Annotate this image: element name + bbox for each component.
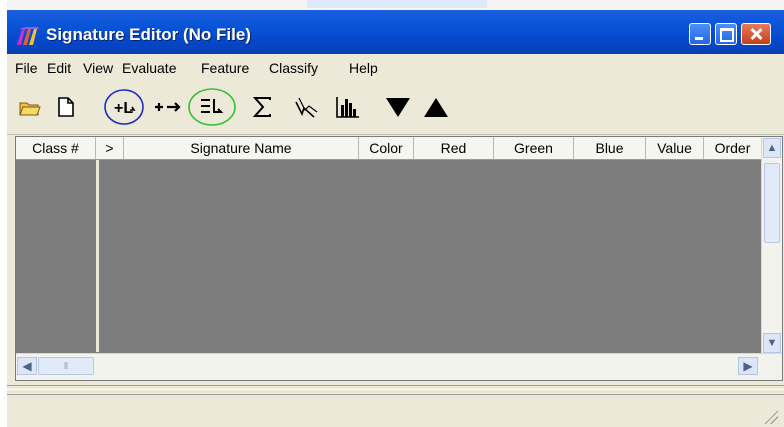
scroll-right-arrow-icon[interactable]: ▶ xyxy=(738,357,758,375)
signature-grid[interactable]: Class # > Signature Name Color Red Green… xyxy=(15,136,783,381)
title-bar[interactable]: Signature Editor (No File) xyxy=(7,0,784,54)
histogram-icon[interactable] xyxy=(331,90,365,124)
menu-bar: File Edit View Evaluate Feature Classify… xyxy=(7,54,784,82)
maximize-button[interactable] xyxy=(715,23,737,45)
menu-help[interactable]: Help xyxy=(349,60,378,76)
col-blue[interactable]: Blue xyxy=(574,137,646,159)
menu-feature[interactable]: Feature xyxy=(201,60,249,76)
col-color[interactable]: Color xyxy=(359,137,414,159)
new-file-icon[interactable] xyxy=(49,90,83,124)
window-title: Signature Editor (No File) xyxy=(46,25,251,44)
move-up-icon[interactable] xyxy=(419,90,453,124)
svg-text:+L: +L xyxy=(114,100,133,117)
panel-divider xyxy=(7,385,784,390)
sigma-statistics-icon[interactable] xyxy=(246,90,280,124)
app-logo-icon xyxy=(17,27,39,45)
minimize-button[interactable] xyxy=(689,23,711,45)
col-green[interactable]: Green xyxy=(494,137,574,159)
replace-signature-icon[interactable] xyxy=(151,90,185,124)
scroll-up-arrow-icon[interactable]: ▲ xyxy=(763,138,781,158)
merge-signatures-icon[interactable] xyxy=(187,87,237,127)
top-strip-highlight xyxy=(307,0,487,8)
scroll-down-arrow-icon[interactable]: ▼ xyxy=(763,333,781,353)
signature-editor-window: Signature Editor (No File) File Edit Vie… xyxy=(7,0,784,427)
vertical-scrollbar[interactable]: ▲ ▼ xyxy=(761,137,782,354)
col-order[interactable]: Order xyxy=(704,137,762,159)
col-signature-name[interactable]: Signature Name xyxy=(124,137,359,159)
menu-edit[interactable]: Edit xyxy=(47,60,71,76)
col-row-marker[interactable]: > xyxy=(96,137,124,159)
col-class-number[interactable]: Class # xyxy=(16,137,96,159)
toolbar: +L xyxy=(7,82,784,135)
menu-classify[interactable]: Classify xyxy=(269,60,318,76)
horizontal-scroll-thumb[interactable]: ⦀ xyxy=(38,357,94,375)
menu-file[interactable]: File xyxy=(15,60,38,76)
menu-evaluate[interactable]: Evaluate xyxy=(122,60,176,76)
vertical-scroll-thumb[interactable] xyxy=(764,163,780,243)
move-down-icon[interactable] xyxy=(381,90,415,124)
mean-plot-icon[interactable] xyxy=(290,90,324,124)
open-folder-icon[interactable] xyxy=(13,90,47,124)
menu-view[interactable]: View xyxy=(83,60,113,76)
col-value[interactable]: Value xyxy=(646,137,704,159)
close-button[interactable] xyxy=(741,23,771,45)
status-bar xyxy=(7,394,784,427)
horizontal-scrollbar[interactable]: ◀ ⦀ ▶ xyxy=(16,353,782,380)
add-signature-icon[interactable]: +L xyxy=(103,88,145,126)
col-red[interactable]: Red xyxy=(414,137,494,159)
row-header-column xyxy=(16,160,99,352)
resize-grip-icon[interactable] xyxy=(764,410,778,424)
scroll-left-arrow-icon[interactable]: ◀ xyxy=(17,357,37,375)
grid-header: Class # > Signature Name Color Red Green… xyxy=(16,137,762,160)
